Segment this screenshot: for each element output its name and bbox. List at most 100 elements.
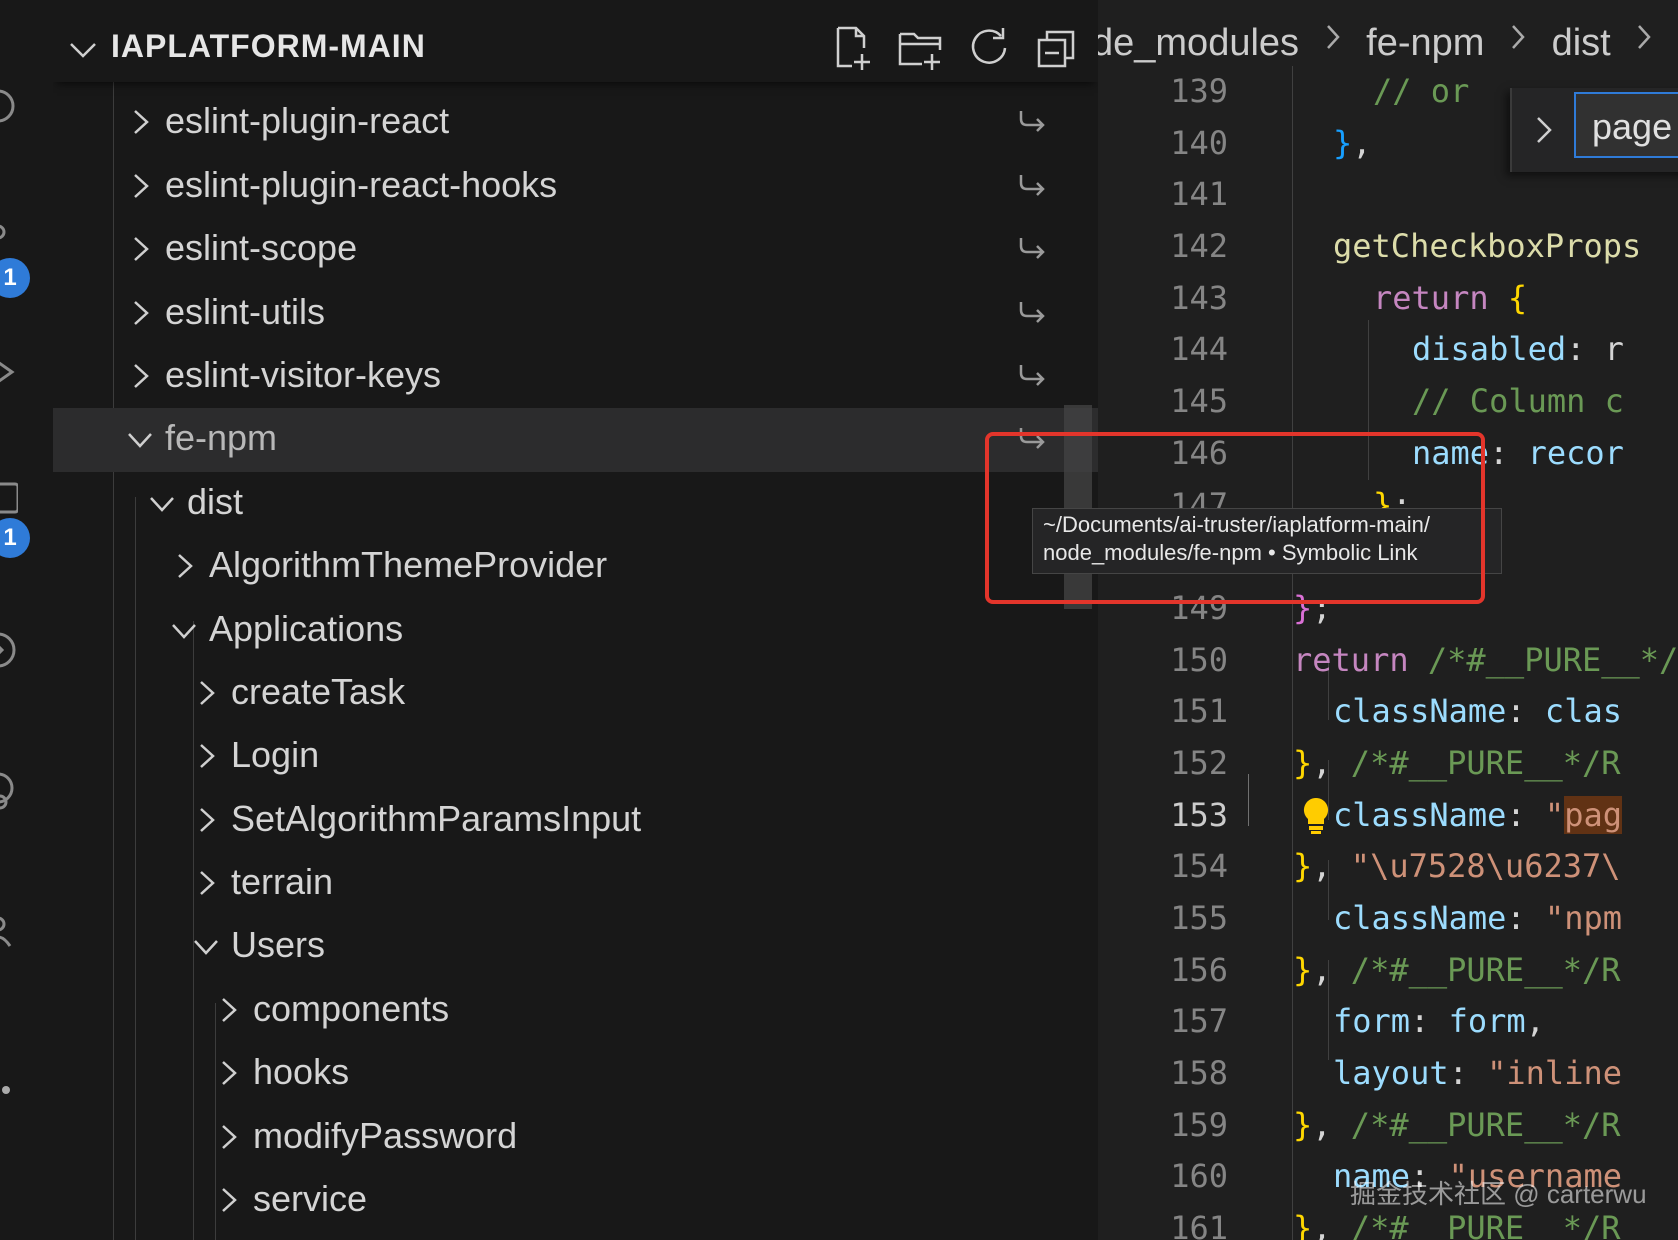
symlink-arrow-icon [1019,238,1045,260]
tree-item-create-task[interactable]: createTask [53,662,1098,725]
tree-item-label: components [253,987,450,1029]
line-number: 150 [1170,640,1228,679]
chevron-right-icon [1512,25,1525,49]
tree-item-eslint-scope[interactable]: eslint-scope [53,218,1098,281]
tree-item-applications[interactable]: Applications [53,599,1098,662]
line-number: 144 [1170,330,1228,369]
line-number: 156 [1170,950,1228,989]
chevron-down-icon [172,623,196,639]
chevron-right-icon [222,1188,237,1212]
refresh-icon[interactable] [965,24,1013,72]
tree-item-eslint-utils[interactable]: eslint-utils [53,282,1098,345]
chevron-right-icon [200,807,215,832]
tree-item-set-algorithm-params-input[interactable]: SetAlgorithmParamsInput [53,789,1098,852]
tree-item-label: AlgorithmThemeProvider [209,544,608,586]
tree-item-login[interactable]: Login [53,725,1098,788]
chevron-right-icon [200,871,215,895]
extensions-icon[interactable] [0,478,20,518]
chevron-down-icon [150,496,174,512]
chevron-right-icon [134,300,149,325]
new-folder-icon[interactable] [896,24,944,72]
tree-item-dist[interactable]: dist [53,472,1098,535]
line-number: 143 [1170,278,1228,317]
tree-item-label: service [253,1178,368,1220]
tree-item-label: modifyPassword [253,1114,518,1156]
code-area: // or }, getCheckboxProps return { disab… [1293,72,1678,1240]
symlink-arrow-icon [1019,301,1045,323]
annotation-highlight-box [985,432,1485,604]
line-number: 155 [1170,899,1228,937]
chevron-right-icon [1638,25,1651,49]
tree-item-label: Applications [209,607,404,649]
tree-item-label: Login [231,734,320,776]
chevron-right-icon [222,997,237,1022]
tree-item-label: eslint-visitor-keys [165,353,442,395]
line-number: 142 [1170,227,1228,266]
line-number: 145 [1170,382,1228,421]
line-number: 151 [1170,692,1228,731]
new-file-icon[interactable] [828,24,876,72]
chevron-down-icon[interactable] [67,34,99,66]
chevron-right-icon [134,173,149,198]
tree-item-components[interactable]: components [53,979,1098,1042]
symlink-arrow-icon [1019,174,1045,196]
explorer-title: IAPLATFORM-MAIN [111,28,426,64]
chevron-right-icon [200,680,215,705]
activity-bar: 1 1 [0,0,54,1240]
line-number: 161 [1170,1209,1228,1240]
symlink-arrow-icon [1019,111,1045,133]
line-number-gutter: 1391401411421431441451461471481491501511… [1098,66,1228,1240]
chevron-down-icon [128,433,152,449]
chevron-right-icon [178,554,193,579]
source-control-icon[interactable] [0,222,18,262]
testing-icon[interactable] [0,770,18,810]
explorer-panel: IAPLATFORM-MAIN eslint-plugin-promis [53,0,1098,1240]
breadcrumb-item[interactable]: de_modules [1098,22,1299,65]
line-number: 141 [1170,175,1228,214]
find-widget: page [1510,88,1678,172]
chevron-down-icon [194,940,218,956]
tree-item-eslint-plugin-react[interactable]: eslint-plugin-react [53,91,1098,154]
chevron-right-icon [134,237,149,262]
chevron-right-icon[interactable] [1528,110,1562,150]
explorer-header: IAPLATFORM-MAIN [53,0,1098,82]
watermark: 掘金技术社区 @ carterwu [1350,1179,1647,1209]
search-icon[interactable] [0,86,18,126]
line-number: 158 [1170,1054,1228,1093]
breadcrumb-item[interactable]: fe-npm [1366,22,1484,65]
tree-item-service[interactable]: service [53,1169,1098,1232]
tree-item-eslint-plugin-react-hooks[interactable]: eslint-plugin-react-hooks [53,155,1098,218]
line-number: 154 [1170,847,1228,886]
tree-item-algorithm-theme-provider[interactable]: AlgorithmThemeProvider [53,535,1098,598]
tree-item-label: eslint-scope [165,227,358,269]
tree-item-hooks[interactable]: hooks [53,1042,1098,1105]
tree-item-label: eslint-utils [165,290,326,332]
chevron-right-icon [134,110,149,135]
source-control-badge: 1 [0,258,30,298]
breadcrumb-item[interactable]: dist [1552,22,1611,65]
tree-item-terrain[interactable]: terrain [53,852,1098,915]
tree-item-fe-npm[interactable]: fe-npm [53,408,1098,472]
tree-item-eslint-visitor-keys[interactable]: eslint-visitor-keys [53,345,1098,408]
tree-item-users[interactable]: Users [53,915,1098,978]
tree-item-label: createTask [231,670,406,712]
collapse-all-icon[interactable] [1033,24,1081,72]
lightbulb-icon[interactable] [1300,796,1332,836]
find-input[interactable]: page [1574,92,1678,158]
chevron-right-icon [134,364,149,388]
tree-item-modify-password[interactable]: modifyPassword [53,1106,1098,1169]
line-number: 160 [1170,1157,1228,1196]
remote-explorer-icon[interactable] [0,630,18,670]
chevron-right-icon [200,744,215,769]
run-debug-icon[interactable] [0,352,18,392]
line-number: 157 [1170,1002,1228,1041]
tree-item-label: Users [231,924,326,966]
tree-item-label: eslint-plugin-react [165,100,450,142]
tree-item-label: SetAlgorithmParamsInput [231,797,642,839]
code-editor[interactable]: de_modules fe-npm dist Ap 13914014114214… [1098,0,1678,1240]
account-icon[interactable] [0,910,18,950]
chevron-right-icon [222,1061,237,1086]
line-number: 159 [1170,1105,1228,1144]
extensions-badge: 1 [0,518,30,558]
more-dot-icon [2,1086,10,1094]
